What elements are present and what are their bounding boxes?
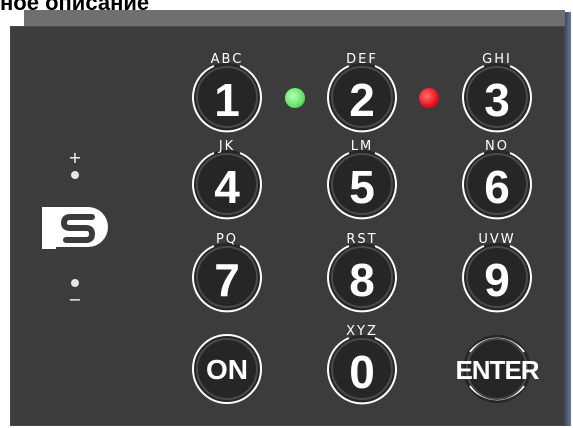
key-enter[interactable]: ENTER	[455, 330, 540, 408]
key-digit: 9	[484, 254, 510, 306]
key-digit: 0	[349, 346, 375, 398]
key-6[interactable]: 6 NO	[458, 140, 536, 223]
key-on[interactable]: ON	[188, 330, 266, 408]
key-letters: PQ	[215, 232, 239, 247]
key-letters: RST	[346, 232, 378, 247]
key-5[interactable]: 5 LM	[323, 140, 401, 223]
key-0[interactable]: 0 XYZ	[323, 325, 401, 408]
key-letters: LM	[350, 139, 374, 154]
key-letters: DEF	[346, 52, 378, 67]
key-digit: 5	[349, 161, 375, 213]
status-led-red	[419, 88, 439, 108]
key-digit: 6	[484, 161, 510, 213]
volume-plus-label: +	[68, 148, 82, 167]
key-1[interactable]: 1 ABC	[188, 53, 266, 136]
key-letters: NO	[485, 139, 509, 154]
panel-edge-shadow	[565, 12, 571, 426]
key-4[interactable]: 4 JK	[188, 140, 266, 223]
key-digit: 4	[214, 161, 240, 213]
key-8[interactable]: 8 RST	[323, 233, 401, 316]
volume-down-dot[interactable]	[71, 279, 79, 287]
s-logo-icon	[42, 207, 108, 249]
key-letters: XYZ	[346, 324, 378, 339]
key-2[interactable]: 2 DEF	[323, 53, 401, 136]
volume-up-dot[interactable]	[71, 171, 79, 179]
key-3[interactable]: 3 GHI	[458, 53, 536, 136]
key-letters: JK	[218, 139, 236, 154]
key-digit: 7	[214, 254, 240, 306]
key-digit: 1	[214, 74, 240, 126]
key-7[interactable]: 7 PQ	[188, 233, 266, 316]
key-letters: GHI	[482, 52, 512, 67]
key-digit: ENTER	[455, 354, 539, 385]
key-digit: ON	[206, 354, 248, 385]
key-digit: 8	[349, 254, 375, 306]
status-led-green	[285, 88, 305, 108]
key-letters: ABC	[210, 52, 244, 67]
volume-minus-label: −	[68, 290, 82, 309]
key-digit: 3	[484, 74, 510, 126]
key-letters: UVW	[478, 232, 516, 247]
key-digit: 2	[349, 74, 375, 126]
key-9[interactable]: 9 UVW	[458, 233, 536, 316]
